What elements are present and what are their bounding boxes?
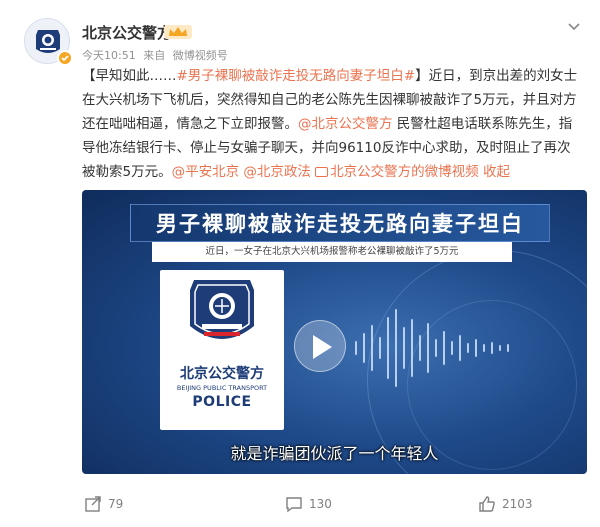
comment-count: 130 (309, 497, 332, 511)
open-bracket: 【早知如此…… (82, 68, 177, 84)
like-count: 2103 (502, 497, 533, 511)
repost-button[interactable]: 79 (84, 493, 123, 515)
logo-text-en: BEIJING PUBLIC TRANSPORT (176, 384, 268, 392)
mention-pingan-beijing[interactable]: @平安北京 (172, 164, 240, 180)
video-player[interactable]: 男子裸聊被敲诈走投无路向妻子坦白 近日，一女子在北京大兴机场报警称老公裸聊被敲诈… (82, 190, 587, 474)
hashtag-link[interactable]: #男子裸聊被敲诈走投无路向妻子坦白# (177, 68, 416, 84)
repost-icon (85, 496, 101, 512)
repost-count: 79 (108, 497, 124, 511)
mention-beijing-zhengfa[interactable]: @北京政法 (243, 164, 311, 180)
video-link-icon (315, 167, 329, 177)
source-prefix: 来自 (143, 49, 166, 62)
comment-icon (286, 497, 302, 513)
like-button[interactable]: 2103 (478, 493, 533, 515)
play-icon (313, 335, 332, 359)
logo-text-police: POLICE (192, 394, 252, 410)
post-time[interactable]: 今天10:51 (82, 49, 136, 62)
post-header: 北京公交警方 今天10:51 来自 微博视频号 (0, 0, 600, 72)
collapse-link[interactable]: 收起 (483, 164, 510, 180)
video-title: 男子裸聊被敲诈走投无路向妻子坦白 (130, 204, 550, 242)
police-badge-logo (190, 280, 254, 339)
mention-beijing-transit-police[interactable]: @北京公交警方 (298, 116, 393, 132)
verified-icon (57, 50, 73, 66)
video-subheading: 近日，一女子在北京大兴机场报警称老公裸聊被敲诈了5万元 (152, 242, 512, 262)
logo-text-cn: 北京公交警方 (180, 366, 264, 382)
author-name[interactable]: 北京公交警方 (82, 22, 172, 43)
chevron-down-icon[interactable] (566, 18, 582, 34)
comment-button[interactable]: 130 (285, 493, 332, 515)
police-logo-card: 北京公交警方 BEIJING PUBLIC TRANSPORT POLICE (160, 270, 284, 430)
crown-icon[interactable] (164, 24, 192, 40)
video-link[interactable]: 北京公交警方的微博视频 (315, 164, 479, 180)
video-caption: 就是诈骗团伙派了一个年轻人 (230, 444, 439, 463)
action-bar: 79 130 2103 (0, 485, 600, 521)
audio-waveform (355, 309, 509, 387)
post-body: 【早知如此……#男子裸聊被敲诈走投无路向妻子坦白#】近日，到京出差的刘女士在大兴… (82, 64, 582, 184)
close-bracket: 】 (415, 68, 429, 84)
like-icon (479, 496, 495, 512)
video-link-label: 北京公交警方的微博视频 (330, 164, 479, 180)
post-meta: 今天10:51 来自 微博视频号 (82, 47, 232, 63)
play-button[interactable] (294, 320, 346, 372)
post-source[interactable]: 微博视频号 (173, 49, 228, 62)
